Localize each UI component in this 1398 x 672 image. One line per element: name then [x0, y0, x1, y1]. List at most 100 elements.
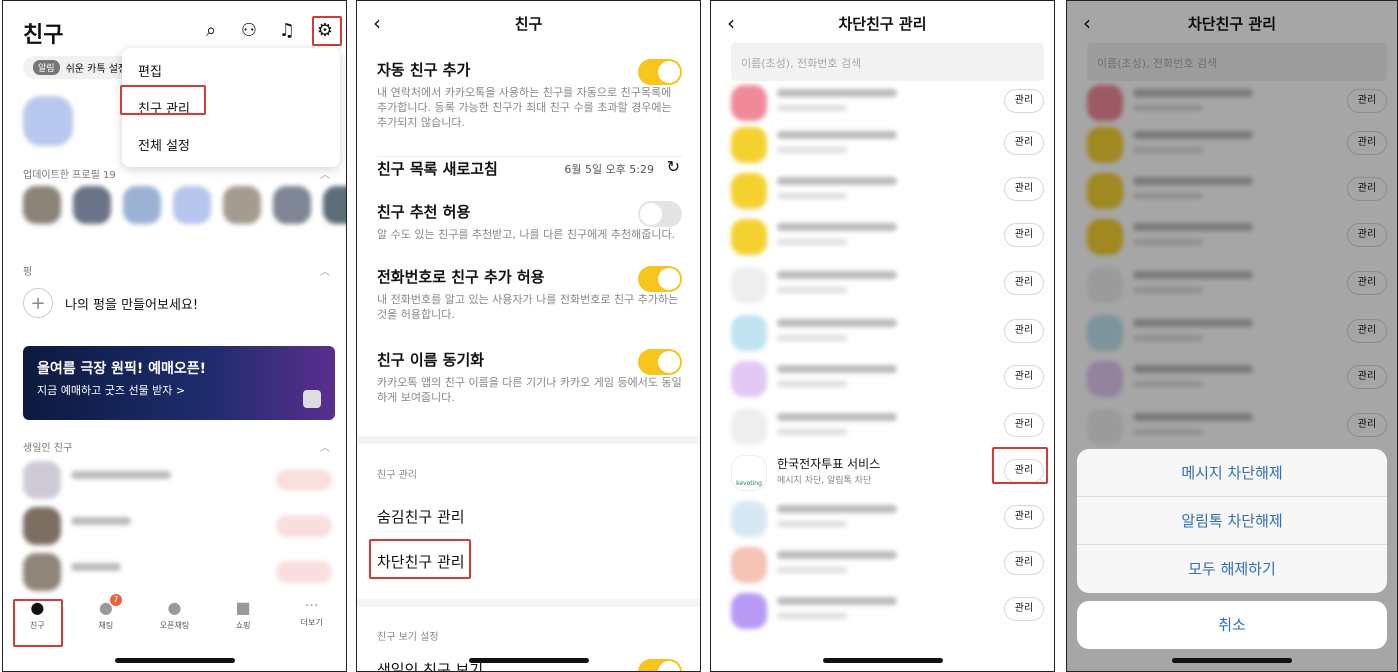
avatar: [731, 501, 767, 537]
banner-title: 올여름 극장 원픽! 예매오픈!: [37, 361, 207, 377]
gift-button[interactable]: [276, 469, 332, 491]
avatar: [731, 547, 767, 583]
home-indicator: [468, 658, 589, 663]
list-item: 관리: [711, 81, 1054, 129]
avatar[interactable]: [73, 186, 111, 224]
tab-shopping[interactable]: ■ 쇼핑: [213, 598, 273, 642]
manage-button[interactable]: 관리: [1004, 131, 1044, 155]
manage-button[interactable]: 관리: [1004, 177, 1044, 201]
hidden-friends-item[interactable]: 숨김친구 관리: [377, 506, 682, 527]
search-icon[interactable]: ⌕: [200, 19, 222, 41]
manage-button[interactable]: 관리: [1004, 597, 1044, 621]
name-sync-setting: 친구 이름 동기화 카카오톡 앱의 친구 이름을 다른 기기나 카카오 게임 등…: [377, 349, 682, 406]
auto-add-setting: 자동 친구 추가 내 연락처에서 카카오톡을 사용하는 친구를 자동으로 친구목…: [377, 59, 682, 131]
setting-desc: 카카오톡 앱의 친구 이름을 다른 기기나 카카오 게임 등에서도 동일하게 보…: [377, 376, 682, 404]
avatar[interactable]: [23, 461, 61, 499]
page-title: 친구: [514, 15, 543, 33]
refresh-setting[interactable]: 친구 목록 새로고침 6월 5일 오후 5:29 ↻: [377, 156, 682, 179]
avatar[interactable]: [323, 186, 346, 224]
list-item: 관리: [711, 405, 1054, 453]
search-input[interactable]: 이름(초성), 전화번호 검색: [731, 43, 1044, 81]
my-profile-avatar[interactable]: [23, 96, 73, 146]
friend-manage-highlight: [120, 85, 206, 115]
manage-button[interactable]: 관리: [1004, 505, 1044, 529]
cancel-button[interactable]: 취소: [1077, 601, 1387, 649]
manage-button[interactable]: 관리: [1004, 319, 1044, 343]
manage-button[interactable]: 관리: [1004, 223, 1044, 247]
setting-desc: 알 수도 있는 친구를 추천받고, 나를 다른 친구에게 추천해줍니다.: [377, 228, 676, 241]
avatar[interactable]: [23, 553, 61, 591]
make-pyeong-row[interactable]: + 나의 펑을 만들어보세요!: [23, 288, 198, 318]
list-item: 관리: [711, 497, 1054, 545]
collapse-icon[interactable]: ︿: [320, 263, 330, 278]
collapse-icon[interactable]: ︿: [320, 166, 330, 181]
refresh-icon[interactable]: ↻: [667, 157, 680, 176]
notice-text: 쉬운 카톡 설정: [65, 64, 128, 75]
open-chat-icon: ●: [167, 598, 182, 617]
name-sync-toggle[interactable]: [638, 349, 682, 375]
avatar: [731, 361, 767, 397]
add-friend-icon[interactable]: ⚇: [238, 19, 260, 41]
unblock-all-button[interactable]: 모두 해제하기: [1077, 545, 1387, 593]
manage-button[interactable]: 관리: [1004, 413, 1044, 437]
sub-placeholder: [777, 521, 847, 527]
list-item: 관리: [711, 311, 1054, 359]
birthday-view-toggle[interactable]: [638, 659, 682, 671]
name-placeholder: [777, 551, 897, 559]
banner-subtitle: 지금 예매하고 굿즈 선물 받자 >: [37, 384, 186, 397]
menu-item-all-settings[interactable]: 전체 설정: [122, 126, 340, 163]
friend-name: 한국전자투표 서비스: [777, 457, 881, 471]
avatar[interactable]: [223, 186, 261, 224]
avatar[interactable]: [23, 186, 61, 224]
divider: [357, 436, 700, 444]
menu-item-edit[interactable]: 편집: [122, 52, 340, 89]
avatar[interactable]: [23, 507, 61, 545]
name-placeholder: [777, 365, 897, 373]
movie-banner[interactable]: 올여름 극장 원픽! 예매오픈! 지금 예매하고 굿즈 선물 받자 >: [23, 346, 335, 420]
recommend-toggle[interactable]: [638, 201, 682, 227]
page-title: 친구: [23, 23, 64, 48]
more-icon: ···: [304, 598, 319, 614]
gift-button[interactable]: [276, 561, 332, 583]
avatar: [731, 219, 767, 255]
tab-chat[interactable]: ● 채팅 7: [76, 594, 136, 642]
music-icon[interactable]: ♫: [276, 19, 298, 41]
gift-button[interactable]: [276, 515, 332, 537]
phone-add-toggle[interactable]: [638, 266, 682, 292]
manage-button[interactable]: 관리: [1004, 271, 1044, 295]
auto-add-toggle[interactable]: [638, 59, 682, 85]
tab-label: 오픈채팅: [159, 621, 190, 630]
setting-desc: 내 연락처에서 카카오톡을 사용하는 친구를 자동으로 친구목록에 추가합니다.…: [377, 86, 672, 129]
notice-chip[interactable]: 알림 쉬운 카톡 설정: [23, 56, 138, 79]
setting-desc: 내 전화번호를 알고 있는 사용자가 나를 전화번호로 친구 추가하는 것을 허…: [377, 293, 679, 321]
home-indicator: [114, 658, 235, 663]
list-item: 관리: [711, 215, 1054, 263]
name-placeholder: [777, 131, 897, 139]
list-item: [71, 471, 171, 479]
list-item: 관리: [711, 589, 1054, 637]
tab-open-chat[interactable]: ● 오픈채팅: [144, 598, 204, 642]
tab-more[interactable]: ··· 더보기: [282, 598, 342, 642]
sub-placeholder: [777, 193, 847, 199]
avatar[interactable]: [123, 186, 161, 224]
blocked-item-highlight: [369, 539, 471, 579]
collapse-icon[interactable]: ︿: [320, 439, 330, 454]
unblock-alimtalk-button[interactable]: 알림톡 차단해제: [1077, 497, 1387, 545]
tab-label: 쇼핑: [235, 621, 251, 630]
avatar[interactable]: [273, 186, 311, 224]
sub-placeholder: [777, 429, 847, 435]
list-item: 관리: [711, 123, 1054, 171]
manage-button[interactable]: 관리: [1004, 365, 1044, 389]
manage-button[interactable]: 관리: [1004, 551, 1044, 575]
unblock-message-button[interactable]: 메시지 차단해제: [1077, 449, 1387, 497]
sub-placeholder: [777, 381, 847, 387]
avatar[interactable]: [173, 186, 211, 224]
list-item: [71, 563, 121, 571]
brand-logo-icon: [303, 390, 321, 408]
manage-button[interactable]: 관리: [1004, 89, 1044, 113]
avatar: [731, 315, 767, 351]
blocked-friends-screen: ‹ 차단친구 관리 이름(초성), 전화번호 검색 관리 관리 관리 관리 관리 관리 관리…: [710, 0, 1055, 672]
section-label: 친구 관리: [377, 470, 417, 481]
avatar: [731, 593, 767, 629]
friends-tab-highlight: [13, 599, 63, 647]
